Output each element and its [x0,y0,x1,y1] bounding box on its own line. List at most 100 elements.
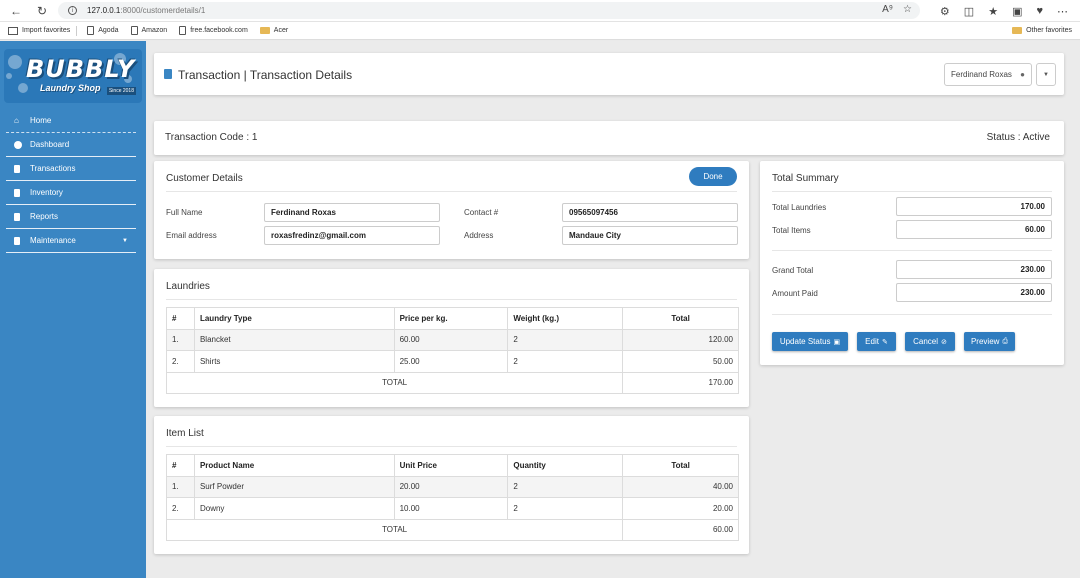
column-header: Total [622,454,739,477]
refresh-icon[interactable]: ↻ [32,1,52,21]
page-icon [179,26,187,35]
table-header-row: # Laundry Type Price per kg. Weight (kg.… [166,307,739,330]
page-icon [130,26,138,35]
split-screen-icon[interactable]: ◫ [964,5,974,18]
collections-icon[interactable]: ▣ [1012,5,1022,18]
table-total-row: TOTAL 170.00 [165,371,739,394]
edit-button[interactable]: Edit ✎ [857,332,896,351]
laundries-card: Laundries # Laundry Type Price per kg. W… [154,269,749,407]
amount-paid-field[interactable]: 230.00 [896,283,1052,302]
site-info-icon[interactable]: i [68,6,77,15]
table-cell: 2 [507,475,624,498]
grand-total-field[interactable]: 230.00 [896,260,1052,279]
table-cell: Blancket [193,328,395,351]
cancel-button[interactable]: Cancel ⊘ [905,332,955,351]
table-cell: 2. [166,497,195,520]
sidebar-item-dashboard[interactable]: Dashboard [6,133,136,157]
divider [166,446,737,447]
sidebar-item-reports[interactable]: Reports [6,205,136,229]
browser-toolbar: ← ↻ i 127.0.0.1:8000/customerdetails/1 A… [0,0,1080,22]
update-status-button[interactable]: Update Status ▣ [772,332,848,351]
dropdown-toggle[interactable]: ▼ [1036,63,1056,86]
divider [772,191,1052,192]
address-label: Address [464,231,494,240]
read-aloud-icon[interactable]: A⁹ [882,4,893,15]
contact-label: Contact # [464,208,499,217]
other-favorites-label: Other favorites [1026,27,1072,34]
table-cell: 25.00 [393,350,509,373]
user-menu-button[interactable]: Ferdinand Roxas ● [944,63,1032,86]
done-button[interactable]: Done [689,167,737,186]
other-favorites[interactable]: Other favorites [1012,27,1072,34]
bookmark-acer[interactable]: Acer [259,27,288,34]
table-cell: 50.00 [622,350,739,373]
table-header-row: # Product Name Unit Price Quantity Total [166,454,739,477]
user-icon: ● [1020,70,1025,79]
bookmark-amazon[interactable]: Amazon [130,26,167,35]
amount-paid-label: Amount Paid [772,289,818,298]
table-cell: 20.00 [622,497,739,520]
address-bar[interactable]: i 127.0.0.1:8000/customerdetails/1 A⁹ ☆ [58,2,920,19]
items-table: # Product Name Unit Price Quantity Total… [165,454,739,541]
table-cell: 1. [166,328,195,351]
more-menu-icon[interactable]: ⋯ [1057,5,1068,18]
table-row: 2. Downy 10.00 2 20.00 [166,497,739,520]
sidebar-item-label: Reports [30,212,59,221]
laundries-title: Laundries [166,281,210,292]
sidebar-item-inventory[interactable]: Inventory [6,181,136,205]
document-icon [164,69,172,79]
total-value: 170.00 [622,371,739,394]
total-items-field[interactable]: 60.00 [896,220,1052,239]
logo[interactable]: BUBBLY Laundry Shop Since 2018 [4,49,142,103]
sidebar-item-home[interactable]: ⌂ Home [6,109,136,133]
contact-field[interactable]: 09565097456 [562,203,738,222]
bookmark-agoda[interactable]: Agoda [87,26,119,35]
total-value: 60.00 [622,518,739,541]
column-header: # [166,307,195,330]
favorite-star-icon[interactable]: ☆ [903,4,912,15]
report-icon [14,212,26,221]
sidebar-item-label: Dashboard [30,140,70,149]
total-laundries-label: Total Laundries [772,203,827,212]
home-icon: ⌂ [14,116,19,125]
document-icon [14,236,26,245]
email-label: Email address [166,231,217,240]
edit-label: Edit [865,337,879,346]
bookmark-facebook[interactable]: free.facebook.com [179,26,248,35]
table-cell: 40.00 [622,475,739,498]
address-field[interactable]: Mandaue City [562,226,738,245]
side-menu: ⌂ Home Dashboard Transactions Inventory … [6,109,136,253]
column-header: # [166,454,195,477]
sidebar: BUBBLY Laundry Shop Since 2018 ⌂ Home Da… [0,41,146,578]
customer-details-title: Customer Details [166,173,243,184]
bookmark-import-favorites[interactable]: Import favorites [8,26,70,35]
divider [166,299,737,300]
column-header: Price per kg. [393,307,509,330]
column-header: Unit Price [393,454,509,477]
customer-details-card: Customer Details Done Full Name Ferdinan… [154,161,749,259]
preview-label: Preview [970,337,1000,346]
preview-button[interactable]: Preview ⎙ [964,332,1015,351]
user-name: Ferdinand Roxas [951,70,1012,79]
browser-essentials-icon[interactable]: ♥ [1036,5,1043,17]
url-host: 127.0.0.1 [87,6,121,15]
column-header: Quantity [507,454,624,477]
transaction-code: Transaction Code : 1 [165,132,258,143]
laundries-table: # Laundry Type Price per kg. Weight (kg.… [165,307,739,394]
back-icon[interactable]: ← [6,1,26,21]
table-cell: 2 [507,328,624,351]
sidebar-item-maintenance[interactable]: Maintenance ▼ [6,229,136,253]
table-cell: Downy [193,497,395,520]
transaction-status: Status : Active [986,132,1050,143]
extensions-icon[interactable]: ⚙ [940,5,950,18]
sidebar-item-transactions[interactable]: Transactions [6,157,136,181]
email-field[interactable]: roxasfredinz@gmail.com [264,226,440,245]
full-name-field[interactable]: Ferdinand Roxas [264,203,440,222]
table-cell: Surf Powder [193,475,395,498]
bookmark-label: free.facebook.com [190,27,248,34]
total-laundries-field[interactable]: 170.00 [896,197,1052,216]
cancel-label: Cancel [913,337,939,346]
table-cell: 2. [166,350,195,373]
favorites-icon[interactable]: ★ [988,5,998,18]
logo-since: Since 2018 [106,87,136,95]
